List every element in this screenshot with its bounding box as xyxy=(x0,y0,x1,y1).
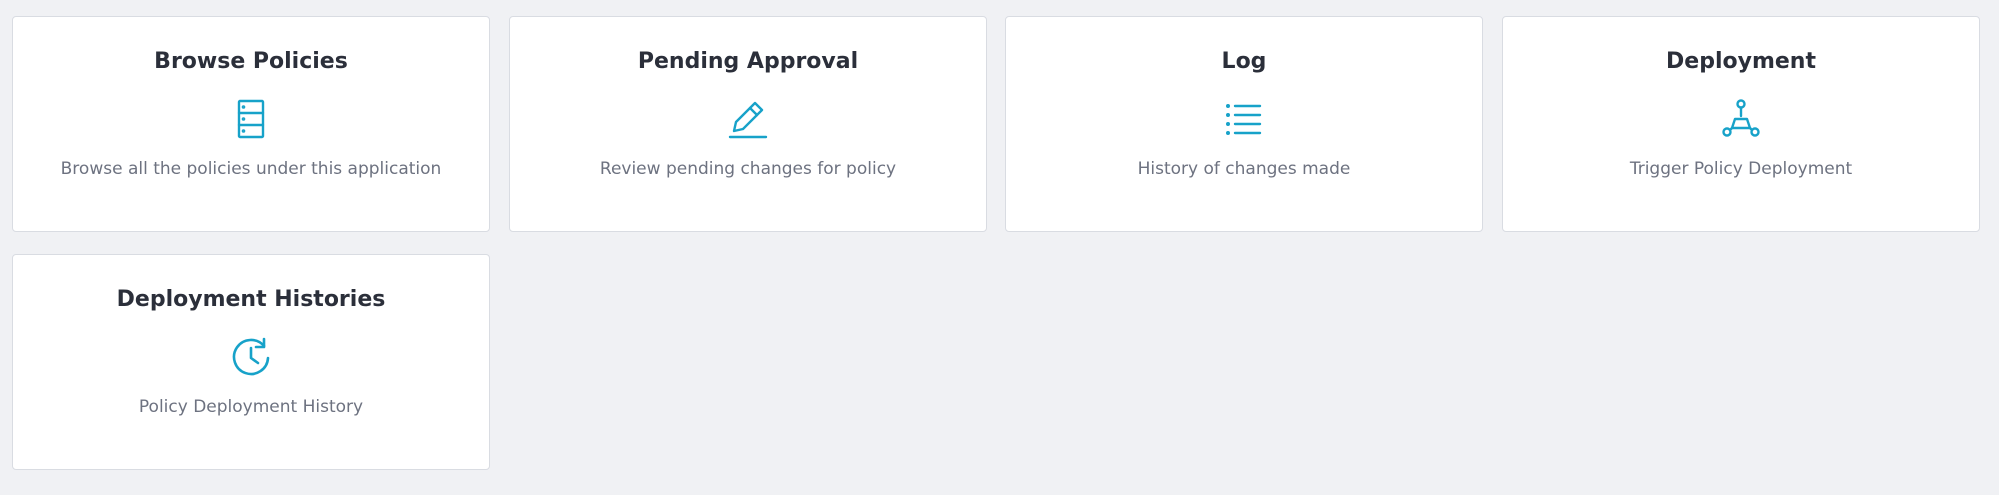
card-title: Log xyxy=(1221,49,1267,74)
card-log[interactable]: Log History of changes made xyxy=(1005,16,1483,232)
card-deployment-histories[interactable]: Deployment Histories Policy Deployment H… xyxy=(12,254,490,470)
clock-history-icon xyxy=(231,337,271,377)
card-description: History of changes made xyxy=(1137,159,1351,179)
card-title: Browse Policies xyxy=(154,49,348,74)
card-description: Review pending changes for policy xyxy=(599,159,897,179)
card-browse-policies[interactable]: Browse Policies Browse all the policies … xyxy=(12,16,490,232)
server-icon xyxy=(231,99,271,139)
card-deployment[interactable]: Deployment Trigger Policy Deployment xyxy=(1502,16,1980,232)
card-pending-approval[interactable]: Pending Approval Review pending changes … xyxy=(509,16,987,232)
list-icon xyxy=(1224,99,1264,139)
card-title: Deployment xyxy=(1666,49,1816,74)
network-icon xyxy=(1721,99,1761,139)
card-description: Browse all the policies under this appli… xyxy=(60,159,442,179)
card-title: Pending Approval xyxy=(637,49,859,74)
card-title: Deployment Histories xyxy=(116,287,386,312)
card-description: Trigger Policy Deployment xyxy=(1629,159,1853,179)
card-description: Policy Deployment History xyxy=(138,397,364,417)
pencil-icon xyxy=(728,99,768,139)
